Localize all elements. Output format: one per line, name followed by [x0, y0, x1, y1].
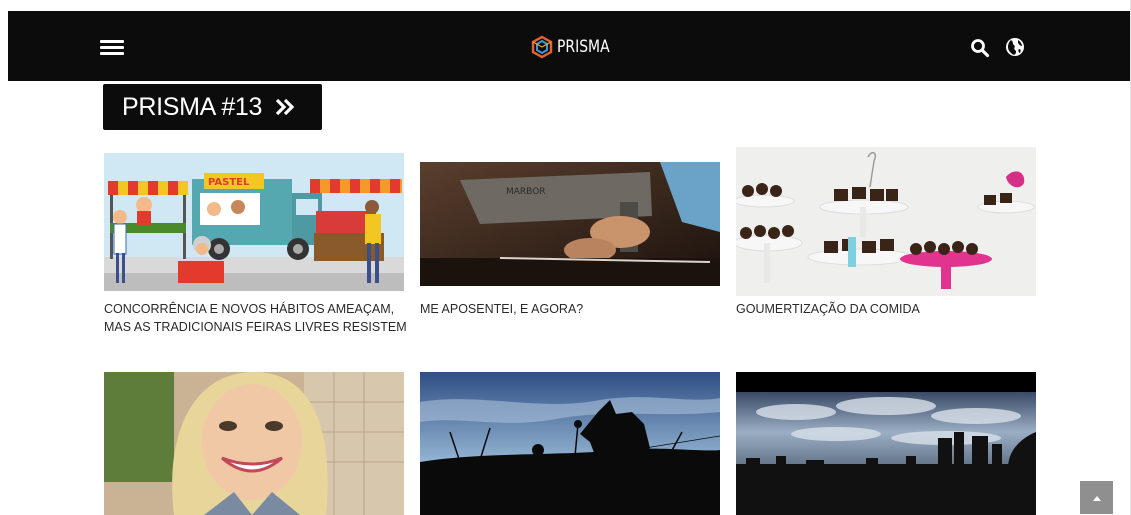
sewing-machine-image: MARBOR [420, 162, 720, 286]
article-title[interactable]: CONCORRÊNCIA E NOVOS HÁBITOS AMEAÇAM, MA… [104, 300, 409, 336]
search-icon[interactable] [970, 38, 990, 58]
hamburger-icon[interactable] [100, 40, 124, 55]
site-logo[interactable]: PRISMA [530, 34, 621, 60]
street-market-illustration[interactable]: PASTEL [104, 153, 404, 291]
caret-up-icon [1092, 495, 1101, 501]
sewing-machine-photo[interactable]: MARBOR [420, 162, 720, 286]
chocolate-sweets-image [736, 147, 1036, 296]
logo-text: PRISMA [557, 37, 610, 57]
city-skyline-image [736, 372, 1036, 515]
dog-silhouette-photo[interactable] [420, 372, 720, 515]
article-title[interactable]: ME APOSENTEI, E AGORA? [420, 300, 725, 318]
issue-label: PRISMA #13 [122, 92, 263, 121]
issue-button[interactable]: PRISMA #13 [103, 84, 322, 130]
smiling-woman-image [104, 372, 404, 515]
dog-silhouette-image [420, 372, 720, 515]
city-skyline-clouds-photo[interactable] [736, 372, 1036, 515]
scroll-to-top-button[interactable] [1080, 481, 1113, 514]
pastel-sign-text: PASTEL [208, 177, 250, 188]
marbor-text: MARBOR [506, 187, 546, 197]
prisma-logo-icon [531, 35, 553, 59]
street-market-image: PASTEL [104, 153, 404, 291]
chocolate-sweets-photo[interactable] [736, 147, 1036, 296]
site-header: PRISMA [8, 11, 1130, 81]
smiling-woman-photo[interactable] [104, 372, 404, 515]
globe-icon[interactable] [1004, 36, 1026, 58]
double-chevron-right-icon [276, 98, 295, 116]
article-title[interactable]: GOUMERTIZAÇÃO DA COMIDA [736, 300, 1041, 318]
